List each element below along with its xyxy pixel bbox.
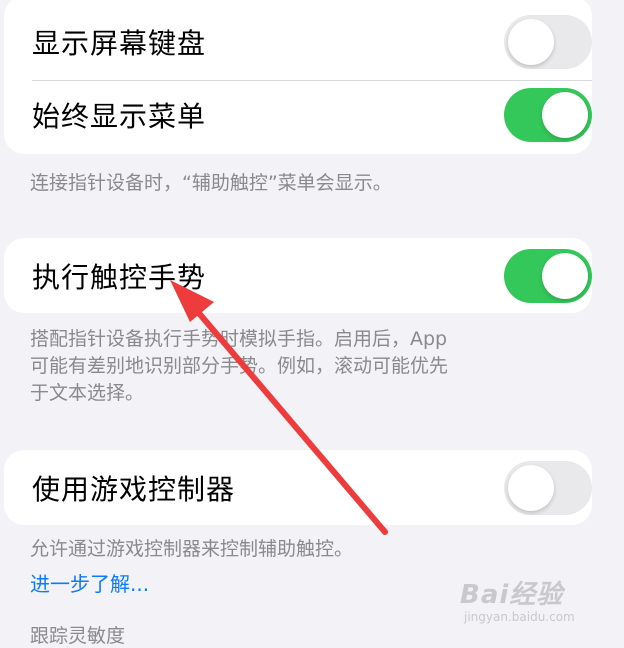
watermark-brand: Bai经验 xyxy=(460,580,564,610)
use-game-controller-toggle[interactable] xyxy=(504,460,592,515)
use-game-controller-label: 使用游戏控制器 xyxy=(32,472,236,506)
show-onscreen-keyboard-label: 显示屏幕键盘 xyxy=(32,26,207,60)
footer-always-show-menu: 连接指针设备时，“辅助触控”菜单会显示。 xyxy=(30,172,392,194)
learn-more-link[interactable]: 进一步了解... xyxy=(30,568,149,597)
footer-touch-gestures: 搭配指针设备执行手势时模拟手指。启用后，App 可能有差别地识别部分手势。例如，… xyxy=(30,326,590,407)
show-onscreen-keyboard-toggle[interactable] xyxy=(504,14,592,69)
always-show-menu-label: 始终显示菜单 xyxy=(32,99,207,133)
watermark-url: jingyan.baidu.com xyxy=(464,610,575,624)
footer-line: 于文本选择。 xyxy=(30,382,145,404)
toggle-knob xyxy=(542,252,588,299)
toggle-knob xyxy=(542,91,588,138)
footer-line: 可能有差别地识别部分手势。例如，滚动可能优先 xyxy=(30,355,449,377)
toggle-knob xyxy=(508,18,554,65)
toggle-knob xyxy=(508,464,554,511)
row-use-game-controller[interactable]: 使用游戏控制器 xyxy=(4,450,592,525)
settings-group-3: 使用游戏控制器 xyxy=(4,450,592,525)
baidu-jingyan-watermark: Bai经验 jingyan.baidu.com xyxy=(460,568,610,626)
settings-group-1: 显示屏幕键盘 始终显示菜单 xyxy=(4,0,592,154)
perform-touch-gestures-label: 执行触控手势 xyxy=(32,260,207,294)
perform-touch-gestures-toggle[interactable] xyxy=(504,248,592,303)
row-show-onscreen-keyboard[interactable]: 显示屏幕键盘 xyxy=(4,4,592,79)
footer-line: 搭配指针设备执行手势时模拟手指。启用后，App xyxy=(30,328,448,350)
footer-game-controller: 允许通过游戏控制器来控制辅助触控。 xyxy=(30,538,354,560)
always-show-menu-toggle[interactable] xyxy=(504,87,592,142)
settings-group-2: 执行触控手势 xyxy=(4,238,592,313)
section-header-tracking-sensitivity: 跟踪灵敏度 xyxy=(30,625,126,647)
row-perform-touch-gestures[interactable]: 执行触控手势 xyxy=(4,238,592,313)
row-always-show-menu[interactable]: 始终显示菜单 xyxy=(4,77,592,152)
